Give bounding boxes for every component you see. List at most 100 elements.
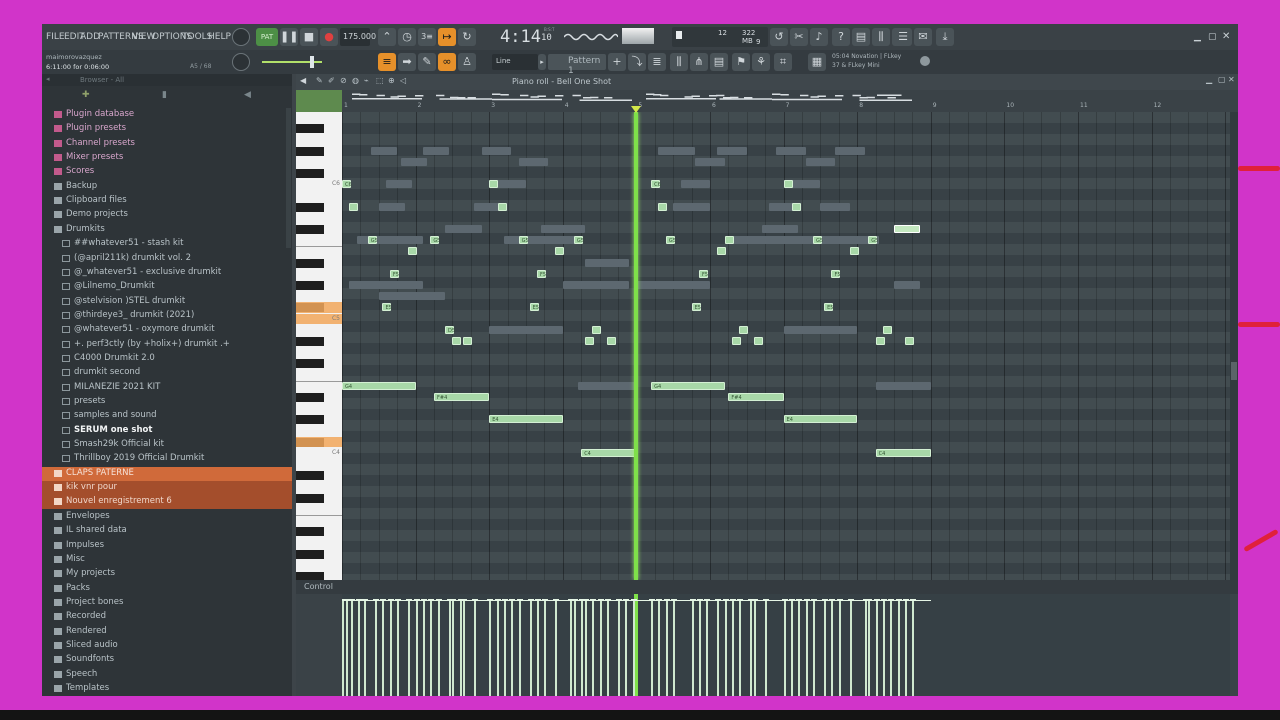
note[interactable]: F5 bbox=[831, 269, 841, 278]
velocity-bar[interactable] bbox=[422, 600, 425, 696]
black-key[interactable] bbox=[296, 415, 324, 425]
note[interactable]: C6 bbox=[342, 180, 352, 189]
velocity-cap[interactable] bbox=[461, 599, 468, 601]
velocity-bar[interactable] bbox=[790, 600, 793, 696]
velocity-bar[interactable] bbox=[606, 600, 609, 696]
browser-item[interactable]: Thrillboy 2019 Official Drumkit bbox=[42, 452, 292, 466]
note[interactable] bbox=[783, 180, 793, 189]
note[interactable] bbox=[849, 247, 859, 256]
browser-item[interactable]: Backup bbox=[42, 180, 292, 194]
master-pitch-knob[interactable] bbox=[232, 53, 250, 71]
velocity-bar[interactable] bbox=[831, 600, 834, 696]
velocity-bar[interactable] bbox=[765, 600, 768, 696]
velocity-cap[interactable] bbox=[542, 599, 549, 601]
note[interactable]: C4 bbox=[581, 449, 637, 457]
note[interactable] bbox=[408, 247, 418, 256]
velocity-bar[interactable] bbox=[632, 600, 635, 696]
note[interactable]: E5 bbox=[529, 303, 539, 312]
browser-file-icon[interactable]: ▮ bbox=[162, 90, 167, 100]
velocity-bar[interactable] bbox=[813, 600, 816, 696]
velocity-cap[interactable] bbox=[553, 599, 560, 601]
velocity-bar[interactable] bbox=[717, 600, 720, 696]
note[interactable]: E5 bbox=[691, 303, 701, 312]
velocity-bar[interactable] bbox=[375, 600, 378, 696]
velocity-bar[interactable] bbox=[430, 600, 433, 696]
velocity-cap[interactable] bbox=[873, 599, 880, 601]
pattern-selector[interactable]: Pattern 1 bbox=[548, 54, 606, 76]
velocity-bar[interactable] bbox=[805, 600, 808, 696]
velocity-bar[interactable] bbox=[342, 600, 344, 696]
black-key[interactable] bbox=[296, 527, 324, 537]
black-key[interactable] bbox=[296, 549, 324, 559]
velocity-bar[interactable] bbox=[463, 600, 466, 696]
browser-item[interactable]: @stelvision )STEL drumkit bbox=[42, 295, 292, 309]
velocity-bar[interactable] bbox=[489, 600, 492, 696]
pr-zoom-icon[interactable]: ⊕ bbox=[388, 76, 395, 85]
browser-item[interactable]: Sliced audio bbox=[42, 639, 292, 653]
black-key[interactable] bbox=[296, 337, 324, 346]
velocity-bar[interactable] bbox=[890, 600, 893, 696]
velocity-bar[interactable] bbox=[658, 600, 661, 696]
piano-roll-icon[interactable]: ≣ bbox=[648, 53, 666, 71]
browser-item[interactable]: Envelopes bbox=[42, 510, 292, 524]
stop-button[interactable]: ■ bbox=[300, 28, 318, 46]
pr-close-icon[interactable]: ✕ bbox=[1228, 75, 1235, 84]
piano-roll-ruler[interactable]: 1 2 3 4 5 6 7 8 9 10 11 12 bbox=[296, 90, 1238, 112]
velocity-cap[interactable] bbox=[527, 599, 534, 601]
browser-item[interactable]: CLAPS PATERNE bbox=[42, 466, 292, 481]
velocity-cap[interactable] bbox=[671, 599, 678, 601]
velocity-bar[interactable] bbox=[389, 600, 392, 696]
browser-speaker-icon[interactable]: ◀ bbox=[244, 90, 251, 100]
channel-rack-view-icon[interactable]: ⋔ bbox=[690, 53, 708, 71]
velocity-cap[interactable] bbox=[494, 599, 501, 601]
browser-item[interactable]: My projects bbox=[42, 567, 292, 581]
velocity-bar[interactable] bbox=[625, 600, 628, 696]
velocity-cap[interactable] bbox=[663, 599, 670, 601]
velocity-bar[interactable] bbox=[754, 600, 757, 696]
note[interactable]: G4 bbox=[651, 381, 725, 390]
velocity-cap[interactable] bbox=[387, 599, 394, 601]
note[interactable]: G4 bbox=[342, 381, 416, 390]
note[interactable]: E5 bbox=[824, 303, 833, 312]
velocity-bar[interactable] bbox=[706, 600, 709, 696]
velocity-cap[interactable] bbox=[616, 599, 622, 601]
velocity-bar[interactable] bbox=[864, 600, 867, 696]
velocity-cap[interactable] bbox=[472, 599, 479, 601]
song-time-display[interactable]: 4:14 10 B:S:T bbox=[482, 26, 558, 48]
note[interactable] bbox=[658, 202, 668, 211]
black-key[interactable] bbox=[296, 281, 324, 290]
velocity-bar[interactable] bbox=[437, 600, 440, 696]
minimize-icon[interactable]: ▁ bbox=[1194, 32, 1201, 42]
browser-view-icon[interactable]: ▤ bbox=[710, 53, 728, 71]
browser-item[interactable]: Soundfonts bbox=[42, 653, 292, 667]
note[interactable] bbox=[717, 247, 727, 256]
velocity-bar[interactable] bbox=[750, 600, 753, 696]
pr-paint-icon[interactable]: ✐ bbox=[328, 76, 335, 85]
velocity-cap[interactable] bbox=[435, 599, 442, 601]
chat-icon[interactable]: ☰ bbox=[894, 28, 912, 46]
note[interactable] bbox=[463, 337, 473, 345]
note[interactable]: G5 bbox=[367, 236, 378, 245]
save-icon[interactable]: ▤ bbox=[852, 28, 870, 46]
velocity-cap[interactable] bbox=[822, 599, 829, 601]
pattern-plus-icon[interactable]: + bbox=[608, 53, 626, 71]
pr-minimize-icon[interactable]: ▁ bbox=[1206, 75, 1212, 84]
note[interactable]: G5 bbox=[813, 236, 823, 245]
note[interactable] bbox=[792, 202, 802, 211]
velocity-cap[interactable] bbox=[420, 599, 427, 601]
velocity-cap[interactable] bbox=[571, 599, 578, 601]
typing-keyboard-icon[interactable]: ⌃ bbox=[378, 28, 396, 46]
browser-item[interactable]: Impulses bbox=[42, 539, 292, 553]
pr-select-icon[interactable]: ⬚ bbox=[376, 76, 384, 85]
note[interactable]: D5 bbox=[445, 325, 455, 334]
loop-record-icon[interactable]: ↻ bbox=[458, 28, 476, 46]
velocity-bar[interactable] bbox=[358, 600, 361, 696]
velocity-bar[interactable] bbox=[824, 600, 827, 696]
velocity-bar[interactable] bbox=[570, 600, 573, 696]
velocity-cap[interactable] bbox=[696, 599, 703, 601]
black-key[interactable] bbox=[296, 359, 324, 369]
black-key[interactable] bbox=[296, 572, 324, 580]
paint-brush-icon[interactable]: ✎ bbox=[418, 53, 436, 71]
velocity-cap[interactable] bbox=[450, 599, 457, 601]
browser-item[interactable]: IL shared data bbox=[42, 524, 292, 538]
